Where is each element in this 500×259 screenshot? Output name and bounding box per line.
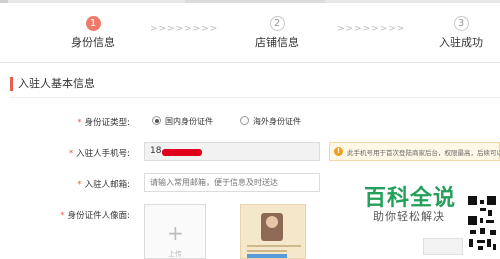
phone-label: * 入驻人手机号: [40, 147, 130, 159]
step-store: 2 店铺信息 [250, 16, 304, 50]
phone-input[interactable]: 18 [144, 142, 320, 161]
id-type-label-text: 身份证类型: [84, 118, 130, 128]
phone-warning-box: ! 此手机号用于首次登陆商家后台，权限最高，后续可以 [329, 142, 500, 161]
email-label-text: 入驻人邮箱: [84, 180, 130, 190]
radio-overseas-id[interactable]: 海外身份证件 [240, 116, 301, 127]
step-number-2: 2 [269, 16, 285, 31]
step-number-3: 3 [453, 16, 469, 31]
side-card [423, 238, 463, 255]
phone-value-prefix: 18 [150, 146, 162, 156]
section-accent-bar [10, 77, 13, 91]
top-rule [0, 0, 500, 3]
id-photo-label-text: 身份证件人像面: [67, 211, 130, 221]
progress-steps: 1 身份信息 >>>>>>>> 2 店铺信息 >>>>>>>> 3 入驻成功 [0, 10, 500, 62]
plus-icon: + [167, 221, 184, 245]
required-mark: * [68, 149, 74, 159]
section-rule [10, 97, 500, 98]
step-label-done: 入驻成功 [439, 36, 483, 49]
email-label: * 入驻人邮箱: [40, 178, 130, 190]
radio-dot-selected[interactable] [152, 116, 161, 125]
phone-redaction-mark [162, 149, 202, 156]
id-photo-upload-button[interactable]: + 上传 [144, 204, 206, 259]
id-type-label: * 身份证类型: [40, 116, 130, 128]
radio-dot[interactable] [240, 116, 249, 125]
radio-overseas-label: 海外身份证件 [253, 117, 301, 126]
id-card-text-line [247, 250, 287, 252]
id-card-text-line [247, 245, 301, 247]
required-mark: * [60, 211, 65, 221]
required-mark: * [77, 180, 82, 190]
email-input[interactable] [144, 173, 320, 192]
phone-label-text: 入驻人手机号: [76, 149, 130, 159]
radio-domestic-label: 国内身份证件 [165, 117, 213, 126]
step-identity: 1 身份信息 [66, 16, 120, 50]
upload-label: 上传 [168, 250, 182, 258]
id-photo-label: * 身份证件人像面: [40, 209, 130, 221]
qr-code-icon [466, 194, 498, 252]
watermark-subtitle: 助你轻松解决 [373, 210, 445, 223]
id-card-portrait [261, 213, 283, 241]
header-divider [0, 62, 500, 63]
step-done: 3 入驻成功 [434, 16, 488, 50]
top-rule-mid [185, 0, 325, 3]
id-card-sample-image [240, 204, 306, 259]
warning-icon: ! [334, 147, 343, 156]
radio-domestic-id[interactable]: 国内身份证件 [152, 116, 213, 127]
step-label-store: 店铺信息 [255, 36, 299, 49]
phone-warning-text: 此手机号用于首次登陆商家后台，权限最高，后续可以 [347, 149, 500, 157]
step-number-1: 1 [85, 16, 101, 31]
step-label-identity: 身份信息 [71, 36, 115, 49]
step-separator-2: >>>>>>>> [337, 24, 406, 34]
top-rule-left [0, 0, 8, 3]
step-separator-1: >>>>>>>> [150, 24, 219, 34]
required-mark: * [77, 118, 82, 128]
section-title: 入驻人基本信息 [18, 77, 95, 90]
